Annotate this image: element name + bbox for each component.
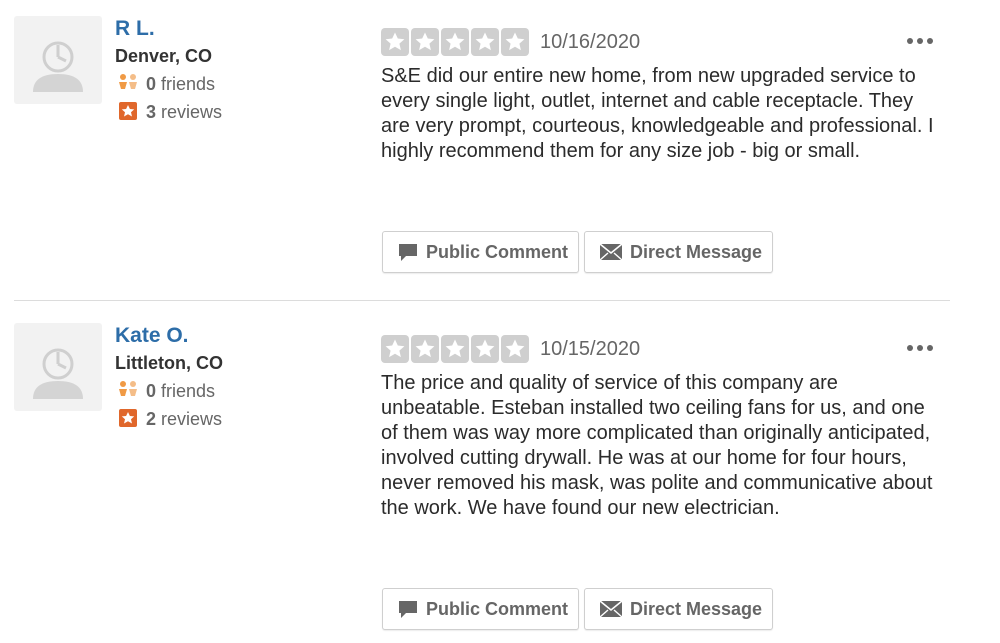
rating-star-icon — [411, 335, 439, 363]
reviews-number: 2 — [146, 409, 157, 429]
review-date: 10/15/2020 — [540, 338, 641, 360]
speech-bubble-icon — [399, 601, 417, 618]
direct-message-button[interactable]: Direct Message — [584, 588, 773, 630]
rating-star-icon — [501, 335, 529, 363]
user-location: Denver, CO — [115, 46, 213, 66]
more-options-icon[interactable] — [906, 36, 934, 46]
rating-star-icon — [501, 28, 529, 56]
direct-message-label: Direct Message — [630, 241, 763, 262]
friends-label: friends — [161, 381, 216, 401]
reviews-count: 3 reviews — [117, 101, 222, 123]
speech-bubble-icon — [399, 244, 417, 261]
friends-icon — [119, 381, 137, 396]
reviews-label: reviews — [161, 102, 223, 122]
rating-star-icon — [411, 28, 439, 56]
default-user-avatar-icon — [33, 348, 83, 399]
user-name-link[interactable]: Kate O. — [115, 324, 189, 348]
review-divider — [14, 300, 950, 301]
friends-icon — [119, 74, 137, 89]
rating-star-icon — [381, 28, 409, 56]
direct-message-label: Direct Message — [630, 598, 763, 619]
star-rating — [381, 335, 529, 363]
reviews-count: 2 reviews — [117, 408, 222, 430]
review-text: S&E did our entire new home, from new up… — [381, 65, 934, 162]
friends-label: friends — [161, 74, 216, 94]
rating-star-icon — [471, 335, 499, 363]
friends-count: 0 friends — [117, 380, 215, 402]
user-name-link[interactable]: R L. — [115, 17, 155, 41]
public-comment-button[interactable]: Public Comment — [382, 231, 579, 273]
envelope-icon — [599, 243, 623, 261]
public-comment-label: Public Comment — [426, 598, 569, 619]
review-text: The price and quality of service of this… — [381, 372, 933, 519]
review-star-badge-icon — [119, 102, 137, 120]
star-rating — [381, 28, 529, 56]
user-avatar[interactable] — [14, 323, 102, 411]
rating-star-icon — [381, 335, 409, 363]
rating-star-icon — [441, 28, 469, 56]
reviews-number: 3 — [146, 102, 157, 122]
default-user-avatar-icon — [33, 41, 83, 92]
user-location: Littleton, CO — [115, 353, 223, 373]
more-options-icon[interactable] — [906, 343, 934, 353]
review-date: 10/16/2020 — [540, 31, 641, 53]
public-comment-label: Public Comment — [426, 241, 569, 262]
friends-count: 0 friends — [117, 73, 215, 95]
public-comment-button[interactable]: Public Comment — [382, 588, 579, 630]
direct-message-button[interactable]: Direct Message — [584, 231, 773, 273]
rating-star-icon — [441, 335, 469, 363]
review-star-badge-icon — [119, 409, 137, 427]
friends-number: 0 — [146, 381, 157, 401]
envelope-icon — [599, 600, 623, 618]
friends-number: 0 — [146, 74, 157, 94]
rating-star-icon — [471, 28, 499, 56]
user-avatar[interactable] — [14, 16, 102, 104]
reviews-label: reviews — [161, 409, 223, 429]
